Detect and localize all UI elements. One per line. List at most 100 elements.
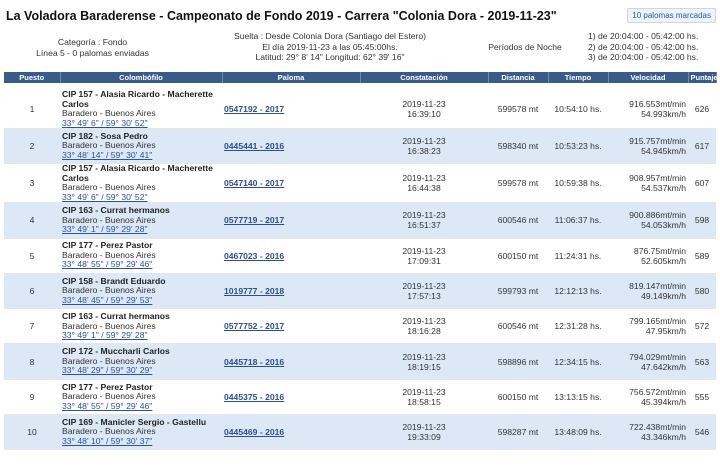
cell-colombofilo: CIP 177 - Perez Pastor Baradero - Buenos … (60, 379, 222, 416)
cell-constatacion: 2019-11-23 16:44:38 (360, 163, 488, 204)
cell-tiempo: 10:54:10 hs. (548, 90, 608, 129)
cell-tiempo: 13:48:09 hs. (548, 414, 608, 451)
arrival-time: 18:16:28 (407, 326, 441, 337)
pigeon-ring-link[interactable]: 1019777 - 2018 (224, 286, 284, 296)
col-constatacion[interactable]: Constatación (360, 72, 489, 83)
speed-mt-min: 799.165mt/min (629, 316, 686, 327)
speed-km-h: 49.149km/h (641, 291, 686, 302)
release-place: Suelta : Desde Colonia Dora (Santiago de… (233, 31, 427, 41)
col-distancia[interactable]: Distancia (488, 72, 549, 83)
marked-pigeons-badge[interactable]: 10 palomas marcadas (627, 8, 716, 23)
fancier-coords-link[interactable]: 33° 49' 1" / 59° 29' 28" (62, 225, 220, 235)
cell-puntaje: 580 (688, 273, 716, 310)
arrival-time: 16:51:37 (407, 220, 441, 231)
fancier-coords-link[interactable]: 33° 48' 29" / 59° 30' 29" (62, 366, 220, 376)
arrival-date: 2019-11-23 (402, 386, 446, 397)
cell-distancia: 599793 mt (488, 273, 548, 310)
cell-constatacion: 2019-11-23 17:09:31 (360, 238, 488, 274)
pigeon-ring-link[interactable]: 0577752 - 2017 (224, 321, 284, 331)
release-info: Suelta : Desde Colonia Dora (Santiago de… (210, 31, 450, 63)
speed-km-h: 47.642km/h (641, 361, 686, 372)
cell-distancia: 599578 mt (488, 163, 548, 204)
pigeon-ring-link[interactable]: 0547192 - 2017 (224, 104, 284, 114)
cell-velocidad: 819.147mt/min 49.149km/h (608, 273, 688, 310)
speed-mt-min: 722.438mt/min (629, 422, 686, 433)
cell-velocidad: 756.572mt/min 45.394km/h (608, 379, 688, 416)
col-colombofilo[interactable]: Colombófilo (60, 72, 223, 83)
cell-paloma: 0445375 - 2016 (222, 379, 360, 416)
cell-paloma: 0445441 - 2016 (222, 128, 360, 165)
pigeon-ring-link[interactable]: 0445441 - 2016 (224, 141, 284, 151)
pigeon-ring-link[interactable]: 0445375 - 2016 (224, 392, 284, 402)
cell-puesto: 2 (4, 128, 60, 165)
fancier-coords-link[interactable]: 33° 48' 14" / 59° 30' 41" (62, 150, 220, 161)
cell-tiempo: 10:59:38 hs. (548, 163, 608, 204)
cell-paloma: 1019777 - 2018 (222, 273, 360, 310)
night-period: 1) de 20:04:00 - 05:42:00 hs. (588, 31, 699, 41)
cell-puntaje: 617 (688, 128, 716, 165)
cell-velocidad: 908.957mt/min 54.537km/h (608, 163, 688, 204)
table-row: 6 CIP 158 - Brandt Eduardo Baradero - Buen… (4, 273, 716, 310)
cell-constatacion: 2019-11-23 16:38:23 (360, 128, 488, 165)
table-header: Puesto Colombófilo Paloma Constatación D… (4, 72, 718, 83)
col-paloma[interactable]: Paloma (222, 72, 361, 83)
col-velocidad[interactable]: Velocidad (608, 72, 689, 83)
speed-km-h: 54.053km/h (641, 220, 686, 231)
col-puesto[interactable]: Puesto (4, 72, 61, 83)
fancier-coords-link[interactable]: 33° 49' 6" / 59° 30' 52" (62, 118, 220, 129)
cell-distancia: 600150 mt (488, 238, 548, 274)
cell-paloma: 0577752 - 2017 (222, 308, 360, 345)
col-tiempo[interactable]: Tiempo (548, 72, 609, 83)
night-period: 3) de 20:04:00 - 05:42:00 hs. (588, 52, 699, 62)
cell-puntaje: 589 (688, 238, 716, 274)
pigeon-ring-link[interactable]: 0445469 - 2016 (224, 427, 284, 437)
cell-distancia: 600546 mt (488, 202, 548, 239)
pigeon-ring-link[interactable]: 0445718 - 2016 (224, 357, 284, 367)
arrival-time: 17:57:13 (407, 291, 441, 302)
page-title: La Voladora Baraderense - Campeonato de … (6, 9, 557, 23)
fancier-coords-link[interactable]: 33° 48' 55" / 59° 29' 46" (62, 401, 220, 412)
arrival-date: 2019-11-23 (402, 136, 446, 147)
cell-velocidad: 794.029mt/min 47.642km/h (608, 343, 688, 380)
arrival-time: 18:19:15 (407, 361, 441, 372)
cell-colombofilo: CIP 158 - Brandt Eduardo Baradero - Bueno… (60, 273, 222, 310)
fancier-coords-link[interactable]: 33° 48' 45" / 59° 29' 53" (62, 295, 220, 306)
fancier-name: CIP 157 - Alasia Ricardo - Macherette Ca… (62, 163, 213, 183)
cell-puntaje: 572 (688, 308, 716, 345)
cell-tiempo: 11:06:37 hs. (548, 202, 608, 239)
cell-velocidad: 722.438mt/min 43.346km/h (608, 414, 688, 451)
speed-km-h: 47.95km/h (645, 326, 686, 337)
fancier-coords-link[interactable]: 33° 48' 10" / 59° 30' 37" (62, 436, 220, 447)
fancier-coords-link[interactable]: 33° 49' 6" / 59° 30' 52" (62, 192, 220, 203)
arrival-time: 16:44:38 (407, 183, 441, 194)
cell-distancia: 598340 mt (488, 128, 548, 165)
cell-tiempo: 12:12:13 hs. (548, 273, 608, 310)
speed-mt-min: 794.029mt/min (629, 351, 686, 362)
speed-km-h: 54.537km/h (641, 183, 686, 194)
cell-tiempo: 11:24:31 hs. (548, 238, 608, 274)
category-info: Categoría : Fondo Línea 5 - 0 palomas en… (0, 37, 185, 59)
cell-constatacion: 2019-11-23 19:33:09 (360, 414, 488, 451)
pigeon-ring-link[interactable]: 0577719 - 2017 (224, 215, 284, 225)
fancier-name: CIP 157 - Alasia Ricardo - Macherette Ca… (62, 89, 213, 109)
cell-velocidad: 799.165mt/min 47.95km/h (608, 308, 688, 345)
cell-puntaje: 546 (688, 414, 716, 451)
cell-tiempo: 10:53:23 hs. (548, 128, 608, 165)
fancier-coords-link[interactable]: 33° 48' 55" / 59° 29' 46" (62, 260, 220, 270)
speed-km-h: 54.993km/h (641, 109, 686, 119)
cell-velocidad: 900.886mt/min 54.053km/h (608, 202, 688, 239)
pigeon-ring-link[interactable]: 0547140 - 2017 (224, 178, 284, 188)
cell-distancia: 599578 mt (488, 90, 548, 129)
cell-constatacion: 2019-11-23 18:16:28 (360, 308, 488, 345)
speed-mt-min: 756.572mt/min (629, 386, 686, 397)
cell-puntaje: 563 (688, 343, 716, 380)
cell-colombofilo: CIP 169 - Manicler Sergio - Gastellu Bara… (60, 414, 222, 451)
col-puntaje[interactable]: Puntaje (688, 72, 718, 83)
results-table: Puesto Colombófilo Paloma Constatación D… (4, 72, 718, 451)
pigeon-ring-link[interactable]: 0467023 - 2016 (224, 251, 284, 261)
cell-paloma: 0445469 - 2016 (222, 414, 360, 451)
cell-puntaje: 607 (688, 163, 716, 204)
cell-paloma: 0547192 - 2017 (222, 90, 360, 129)
fancier-coords-link[interactable]: 33° 49' 1" / 59° 29' 28" (62, 331, 220, 341)
speed-mt-min: 915.757mt/min (629, 136, 686, 147)
